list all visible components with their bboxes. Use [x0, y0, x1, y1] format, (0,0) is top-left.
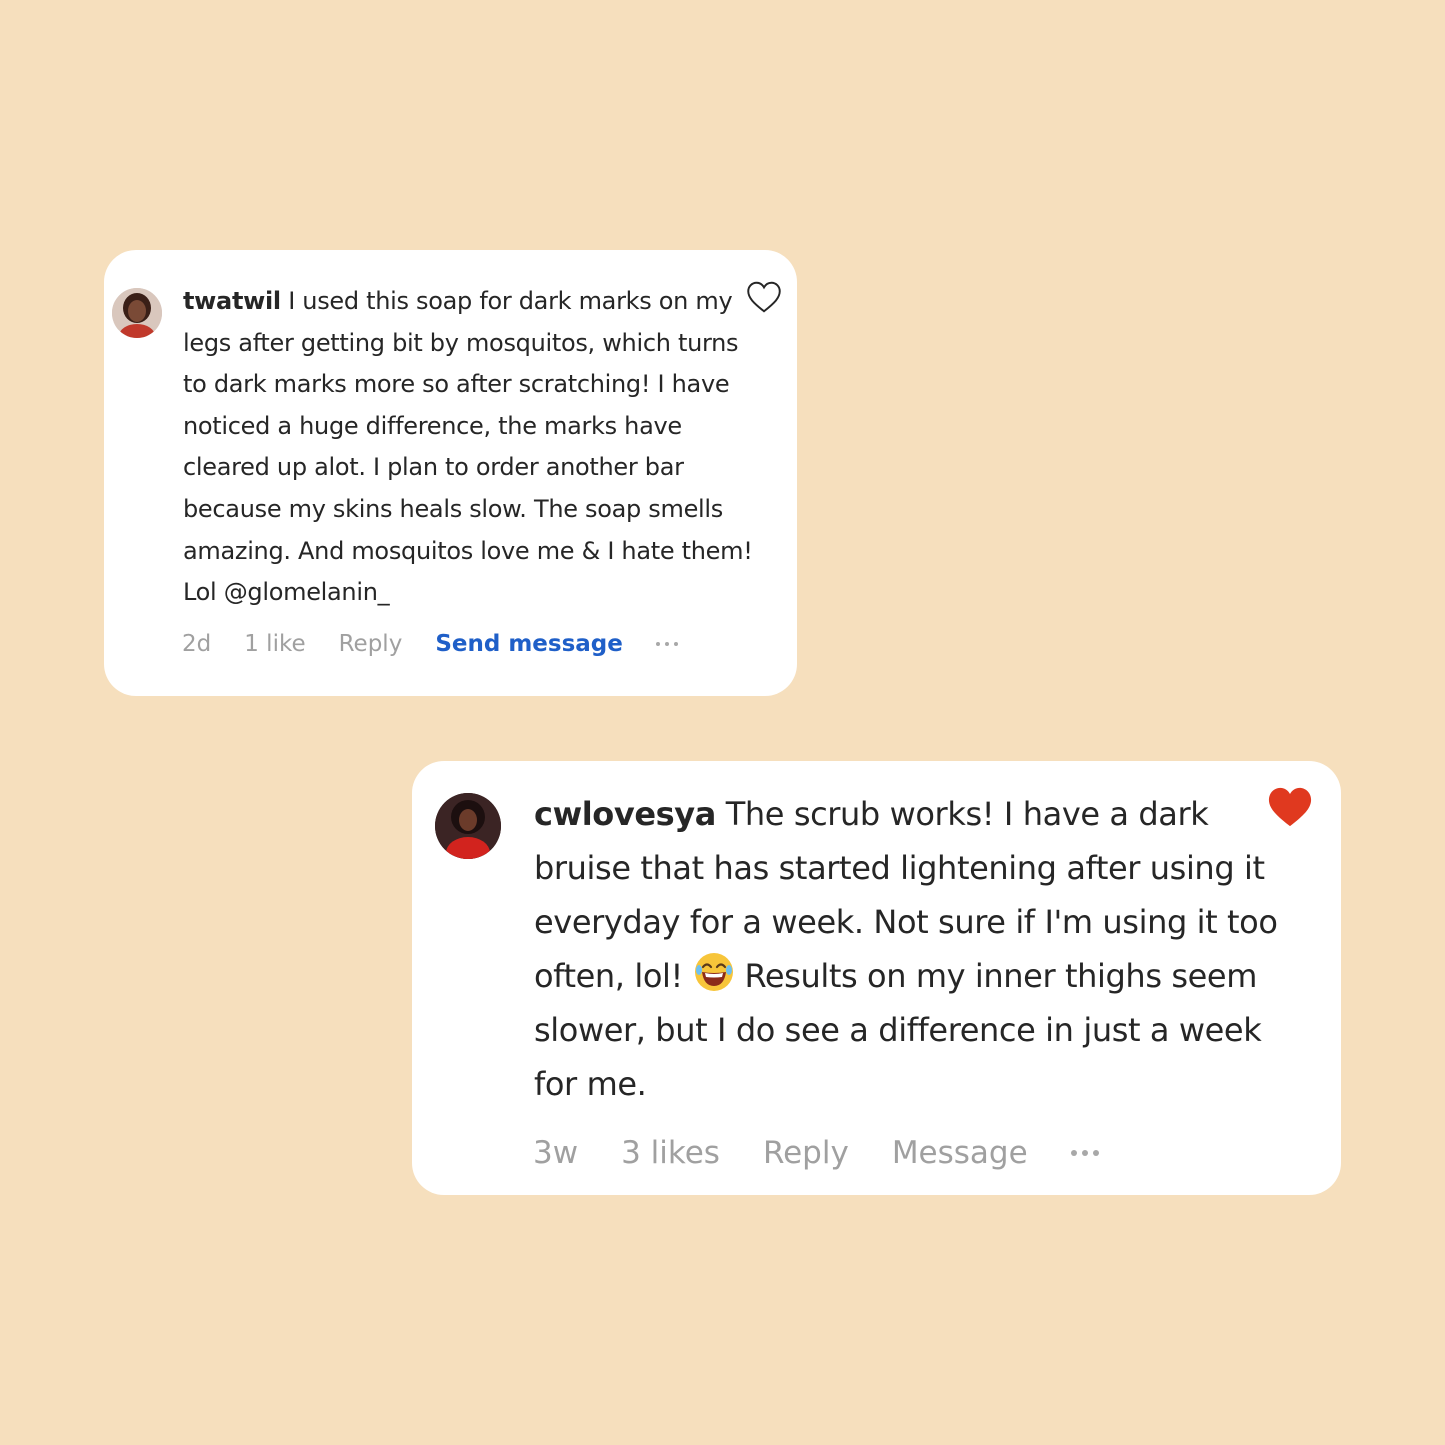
comment-card: cwlovesya The scrub works! I have a dark…: [412, 761, 1341, 1195]
username[interactable]: twatwil: [183, 287, 281, 315]
user-avatar[interactable]: [112, 288, 162, 338]
comment-card: twatwil I used this soap for dark marks …: [104, 250, 797, 696]
like-count[interactable]: 1 like: [244, 631, 305, 657]
user-avatar[interactable]: [435, 793, 501, 859]
reply-button[interactable]: Reply: [763, 1135, 849, 1171]
comment-meta-bar: 3w 3 likes Reply Message: [533, 1132, 1142, 1174]
like-count[interactable]: 3 likes: [621, 1135, 720, 1171]
comment-time: 3w: [533, 1135, 579, 1171]
comment-time: 2d: [182, 631, 212, 657]
more-options-icon[interactable]: [655, 642, 678, 646]
username[interactable]: cwlovesya: [534, 795, 716, 833]
comment-text-block: twatwil I used this soap for dark marks …: [183, 281, 763, 614]
message-button[interactable]: Message: [892, 1135, 1028, 1171]
heart-outline-icon[interactable]: [746, 280, 782, 314]
comment-text-block: cwlovesya The scrub works! I have a dark…: [534, 787, 1284, 1111]
comment-meta-bar: 2d 1 like Reply Send message: [182, 628, 711, 660]
comment-text: I used this soap for dark marks on my le…: [183, 287, 753, 607]
face-with-tears-of-joy-icon: [694, 953, 733, 991]
reply-button[interactable]: Reply: [339, 631, 403, 657]
send-message-button[interactable]: Send message: [435, 631, 623, 657]
more-options-icon[interactable]: [1070, 1150, 1099, 1156]
heart-filled-icon[interactable]: [1267, 785, 1313, 829]
